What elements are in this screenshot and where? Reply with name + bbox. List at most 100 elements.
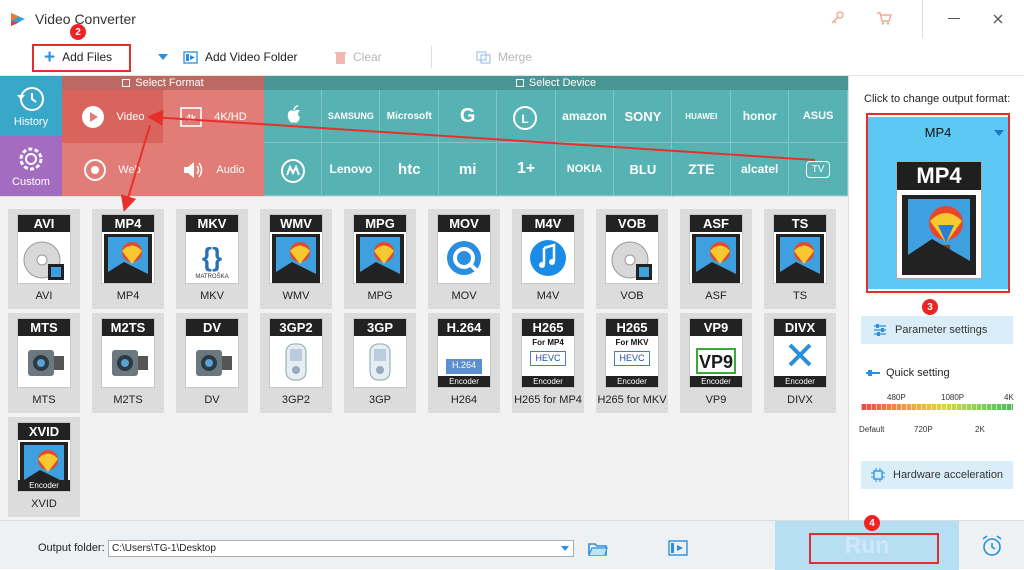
video-preview-icon[interactable] [668,540,688,556]
format-dropdown-icon[interactable] [994,130,1004,136]
device-g[interactable]: G [439,90,498,143]
history-icon [17,86,44,111]
film-balloon-icon [902,195,976,275]
format-badge: WMV [270,215,322,232]
format-tile-divx[interactable]: DIVX Encoder DIVX [764,313,836,413]
quality-slider[interactable]: 480P 1080P 4K Default 720P 2K [849,388,1024,438]
merge-button[interactable]: Merge [476,38,532,76]
device-alcatel[interactable]: alcatel [731,143,790,196]
category-audio[interactable]: Audio [163,143,264,196]
device-mi[interactable]: mi [439,143,498,196]
format-badge: MKV [186,215,238,232]
minimize-button[interactable] [948,18,960,19]
folder-dropdown-icon[interactable] [561,546,569,551]
device-microsoft[interactable]: Microsoft [380,90,439,143]
format-tile-mp4[interactable]: MP4 MP4 [92,209,164,309]
slider-bottom-label: Default [859,425,885,434]
trash-icon [335,51,346,64]
film-format-icon: WMV [269,214,323,284]
format-tile-mov[interactable]: MOV MOV [428,209,500,309]
format-header-icon [122,79,131,87]
cart-icon[interactable] [876,11,892,25]
audio-label: Audio [216,163,245,176]
film-format-icon: ASF [689,214,743,284]
category-4k-hd[interactable]: 4k 4K/HD [163,90,264,143]
format-tile-vp9[interactable]: VP9 VP9 Encoder VP9 [680,313,752,413]
dropdown-arrow-icon[interactable] [158,54,168,60]
device-sony[interactable]: SONY [614,90,673,143]
clear-button[interactable]: Clear [335,38,382,76]
title-divider [922,0,923,38]
chrome-icon [84,158,107,181]
category-video[interactable]: Video [62,90,163,143]
gear-icon [19,147,43,170]
output-format-selector[interactable]: MP4 MP4 [868,117,1008,289]
output-folder-input[interactable]: C:\Users\TG-1\Desktop [108,540,574,557]
device-blu[interactable]: BLU [614,143,673,196]
format-label: MP4 [116,290,140,302]
format-tile-m4v[interactable]: M4V M4V [512,209,584,309]
format-label: M2TS [113,394,143,406]
format-tile-mts[interactable]: MTS MTS [8,313,80,413]
format-label: AVI [35,290,53,302]
output-format-grid: AVI AVI MP4 MP4 MKV{} MATROŠKA MKV WMV WMV MPG MPG… [0,196,848,520]
device-nokia[interactable]: NOKIA [556,143,614,196]
device-zte[interactable]: ZTE [672,143,731,196]
format-tile-xvid[interactable]: XVID Encoder XVID [8,417,80,517]
app-title: Video Converter [35,11,136,27]
device-honor[interactable]: honor [731,90,790,143]
add-video-folder-button[interactable]: Add Video Folder [158,38,298,76]
format-tile-h265-for-mp4[interactable]: H265 For MP4 HEVC Encoder H265 for MP4 [512,313,584,413]
select-device-label: Select Device [528,77,597,89]
custom-tab[interactable]: Custom [0,136,62,196]
format-tile-avi[interactable]: AVI AVI [8,209,80,309]
format-tile-mpg[interactable]: MPG MPG [344,209,416,309]
open-folder-icon[interactable] [588,541,608,556]
format-tile-3gp[interactable]: 3GP 3GP [344,313,416,413]
parameter-settings-button[interactable]: Parameter settings [861,316,1013,344]
device-samsung[interactable]: SAMSUNG [322,90,381,143]
hardware-acceleration-label: Hardware acceleration [893,469,1004,481]
format-tile-vob[interactable]: VOB VOB [596,209,668,309]
format-label: 3GP [368,394,391,406]
format-tile-h264[interactable]: H.264 H.264 Encoder H264 [428,313,500,413]
format-badge: XVID [18,423,70,440]
format-badge: DV [186,319,238,336]
slider-bottom-label: 2K [975,425,985,434]
video-folder-icon [183,50,198,64]
device-tv[interactable]: TV [789,143,848,196]
format-tile-3gp2[interactable]: 3GP2 3GP2 [260,313,332,413]
device-htc[interactable]: htc [380,143,439,196]
format-tile-dv[interactable]: DV DV [176,313,248,413]
encoder-badge: Encoder [438,376,490,387]
film-format-icon: TS [773,214,827,284]
format-tile-mkv[interactable]: MKV {} MATROŠKA MKV [176,209,248,309]
format-tile-wmv[interactable]: WMV WMV [260,209,332,309]
history-tab[interactable]: History [0,76,62,136]
device-asus[interactable]: ASUS [789,90,848,143]
hardware-acceleration-button[interactable]: Hardware acceleration [861,461,1013,489]
format-tile-ts[interactable]: TS TS [764,209,836,309]
key-icon[interactable] [830,11,844,25]
slider-top-label: 480P [887,393,906,402]
select-format-label: Select Format [135,77,204,89]
close-button[interactable] [993,14,1003,24]
alarm-clock-icon[interactable] [981,535,1003,557]
svg-text:4k: 4k [186,113,197,123]
format-tile-h265-for-mkv[interactable]: H265 For MKV HEVC Encoder H265 for MKV [596,313,668,413]
codec-inner-label: VP9 [696,348,736,374]
device-huawei[interactable]: HUAWEI [672,90,731,143]
format-tile-m2ts[interactable]: M2TS M2TS [92,313,164,413]
format-badge: ASF [690,215,742,232]
select-device-header: Select Device [264,76,848,90]
device-amazon[interactable]: amazon [556,90,614,143]
format-label: XVID [31,498,57,510]
device-1-[interactable]: 1+ [497,143,556,196]
format-tile-asf[interactable]: ASF ASF [680,209,752,309]
phone-format-icon: 3GP [353,318,407,388]
format-label: H265 for MP4 [514,394,582,406]
add-files-button[interactable]: + Add Files [44,38,112,76]
encoder-badge: Encoder [606,376,658,387]
device-lenovo[interactable]: Lenovo [322,143,381,196]
category-web[interactable]: Web [62,143,163,196]
